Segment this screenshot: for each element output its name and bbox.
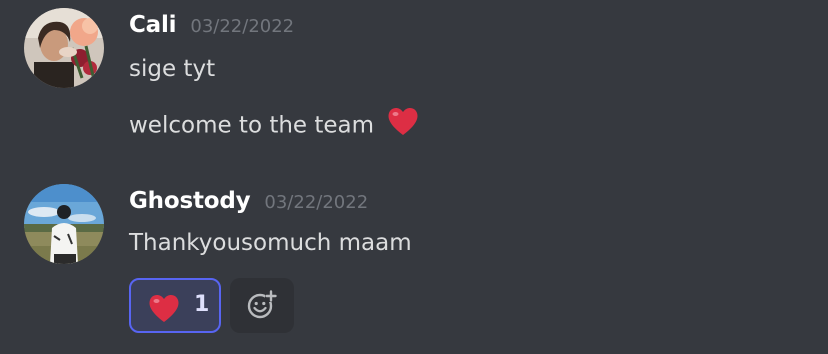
timestamp: 03/22/2022 [190, 16, 295, 37]
add-reaction-icon [247, 290, 277, 319]
heart-emoji-icon [148, 293, 180, 327]
timestamp: 03/22/2022 [264, 192, 369, 213]
avatar[interactable] [24, 8, 104, 88]
username[interactable]: Cali [129, 12, 177, 38]
user-avatar-landscape-icon [24, 184, 104, 264]
chat-messages: Cali 03/22/2022 sige tyt welcome to the t… [0, 0, 828, 354]
heart-emoji-icon [387, 106, 419, 142]
user-avatar-flowers-icon [24, 8, 104, 88]
reaction-count: 1 [194, 292, 210, 317]
reaction-heart-button[interactable]: 1 [129, 278, 221, 333]
avatar[interactable] [24, 184, 104, 264]
message-text: sige tyt [129, 56, 216, 82]
username[interactable]: Ghostody [129, 188, 251, 214]
message-text: welcome to the team [129, 112, 375, 139]
add-reaction-button[interactable] [230, 278, 294, 333]
message-text: Thankyousomuch maam [129, 230, 412, 256]
